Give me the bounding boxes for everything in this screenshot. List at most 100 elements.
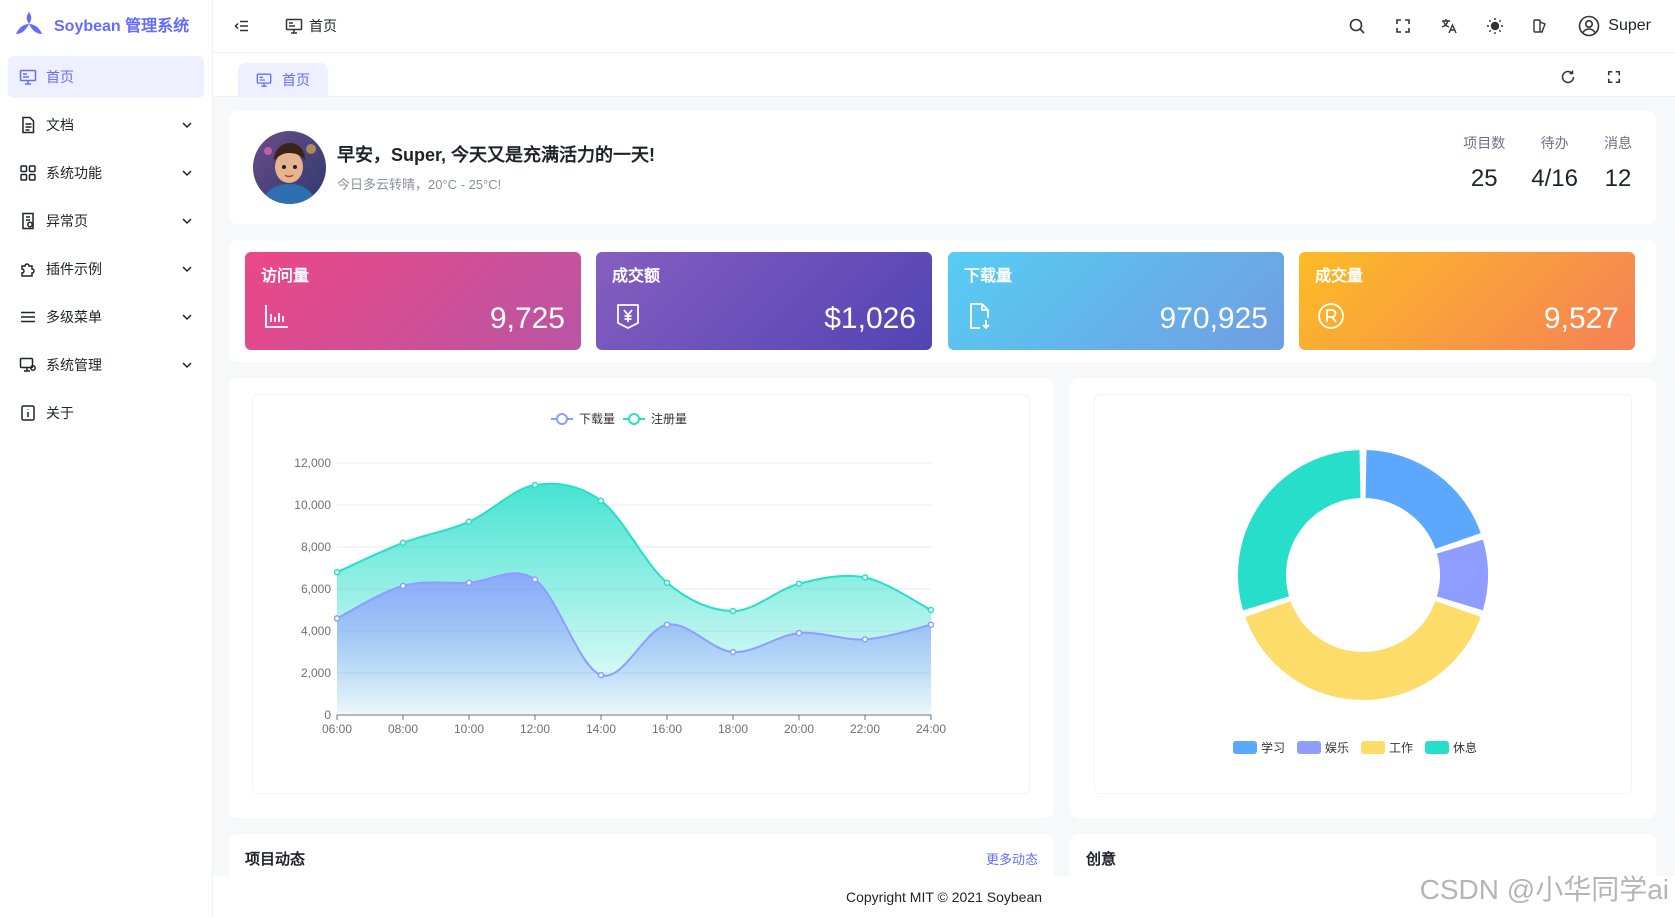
stat-value: 12 (1604, 165, 1632, 192)
language-button[interactable] (1432, 9, 1466, 43)
data-point (927, 621, 935, 628)
line-chart-container: 0 2,000 4,000 6,000 8,000 10,000 12,000 06:00 08… (252, 394, 1030, 794)
pie-slice-休息 (1236, 448, 1363, 613)
x-tick-label: 22:00 (850, 722, 880, 736)
sidebar-item-label: 系统功能 (46, 165, 102, 181)
theme-toggle-button[interactable] (1478, 9, 1512, 43)
data-point (597, 671, 605, 679)
data-point (333, 615, 341, 622)
sidebar-item-plugins[interactable]: 插件示例 (8, 248, 204, 290)
x-tick-label: 16:00 (652, 722, 682, 736)
search-icon (1349, 18, 1365, 34)
sidebar-item-home[interactable]: 首页 (8, 56, 204, 98)
stat-label: 项目数 (1463, 135, 1506, 151)
user-menu[interactable]: Super (1578, 15, 1651, 37)
fullscreen-icon (1396, 19, 1411, 33)
kpi-value: $1,026 (824, 302, 916, 335)
data-point (795, 629, 803, 637)
stat-value: 25 (1470, 165, 1498, 192)
user-circle-icon (1578, 15, 1600, 37)
grid-icon (18, 163, 38, 183)
search-button[interactable] (1340, 9, 1374, 43)
kpi-card-revenue: 成交额 $1,026 (596, 252, 932, 350)
translate-icon (1442, 19, 1457, 34)
data-point (729, 607, 737, 615)
kpi-value: 9,527 (1543, 302, 1619, 335)
data-point (465, 579, 473, 586)
more-news-link[interactable]: 更多动态 (986, 849, 1038, 868)
sidebar-item-multilevel-menu[interactable]: 多级菜单 (8, 296, 204, 338)
legend-swatch (1233, 741, 1257, 754)
legend-marker (556, 413, 568, 425)
x-tick-label: 18:00 (718, 722, 748, 736)
legend-label: 注册量 (651, 411, 687, 426)
sidebar-item-label: 多级菜单 (46, 309, 102, 325)
x-tick-label: 06:00 (322, 722, 352, 736)
info-icon (18, 403, 38, 423)
stat-messages: 消息 12 (1604, 133, 1632, 193)
sidebar-item-label: 异常页 (46, 213, 88, 229)
sidebar-item-docs[interactable]: 文档 (8, 104, 204, 146)
theme-config-icon (1533, 19, 1547, 33)
chevron-down-icon (180, 214, 194, 228)
sidebar-item-exception-pages[interactable]: 异常页 (8, 200, 204, 242)
data-point (927, 606, 935, 614)
creativity-title: 创意 (1086, 851, 1117, 868)
registered-icon (1318, 303, 1344, 329)
monitor-icon (18, 67, 38, 87)
data-point (663, 579, 671, 586)
pie-chart: 学习 娱乐 工作 休息 (1233, 448, 1490, 755)
avatar (253, 131, 326, 204)
data-point (531, 576, 539, 583)
tab-actions (1551, 60, 1631, 94)
data-point (597, 497, 605, 505)
sidebar-item-about[interactable]: 关于 (8, 392, 204, 434)
monitor-icon (285, 18, 303, 34)
kpi-card-deals: 成交量 9,527 (1299, 252, 1635, 350)
kpi-title: 访问量 (261, 268, 310, 285)
data-point (465, 518, 473, 526)
stat-label: 待办 (1540, 135, 1569, 151)
fullscreen-button[interactable] (1386, 9, 1420, 43)
chevron-down-icon (180, 310, 194, 324)
breadcrumb-label: 首页 (309, 18, 337, 34)
breadcrumb[interactable]: 首页 (285, 16, 337, 36)
tab-home[interactable]: 首页 (238, 63, 328, 97)
sidebar-menu: 首页 文档 系统功能 异常页 插件示例 多级菜单 系统管理 关于 (0, 48, 212, 434)
tab-fullscreen-button[interactable] (1597, 60, 1631, 94)
collapse-sidebar-button[interactable] (225, 9, 259, 43)
top-header: 首页 Super (213, 0, 1675, 53)
legend-label: 下载量 (579, 412, 615, 426)
tab-bar: 首页 (213, 53, 1675, 97)
kpi-card-downloads: 下载量 970,925 (948, 252, 1284, 350)
data-point (399, 539, 407, 547)
data-point (729, 648, 737, 656)
y-tick-label: 8,000 (301, 540, 331, 554)
pie-slice-学习 (1363, 448, 1484, 552)
y-tick-label: 6,000 (301, 582, 331, 596)
refresh-button[interactable] (1551, 60, 1585, 94)
greeting-text: 早安，Super, 今天又是充满活力的一天! (337, 145, 656, 165)
stat-value: 4/16 (1531, 165, 1578, 192)
legend-label: 娱乐 (1325, 741, 1349, 755)
y-tick-label: 10,000 (294, 498, 331, 512)
header-actions: Super (1340, 9, 1675, 43)
sidebar: Soybean 管理系统 首页 文档 系统功能 异常页 插件示例 多级菜单 系统… (0, 0, 213, 917)
monitor-settings-icon (18, 355, 38, 375)
puzzle-icon (18, 259, 38, 279)
sidebar-item-system-management[interactable]: 系统管理 (8, 344, 204, 386)
tab-label: 首页 (282, 72, 310, 88)
x-tick-label: 10:00 (454, 722, 484, 736)
theme-config-button[interactable] (1524, 9, 1558, 43)
sidebar-item-system-functions[interactable]: 系统功能 (8, 152, 204, 194)
y-tick-label: 0 (324, 708, 331, 722)
x-tick-label: 24:00 (916, 722, 946, 736)
logo[interactable]: Soybean 管理系统 (0, 0, 212, 48)
weather-text: 今日多云转晴，20°C - 25°C! (337, 177, 502, 192)
sidebar-item-label: 关于 (46, 405, 74, 421)
x-tick-label: 08:00 (388, 722, 418, 736)
y-tick-label: 12,000 (294, 456, 331, 470)
soybean-logo-icon (16, 12, 42, 34)
kpi-section: 访问量 9,725 成交额 $1,026 下载量 970,925 成交量 9,5… (229, 240, 1656, 362)
data-point (795, 580, 803, 587)
